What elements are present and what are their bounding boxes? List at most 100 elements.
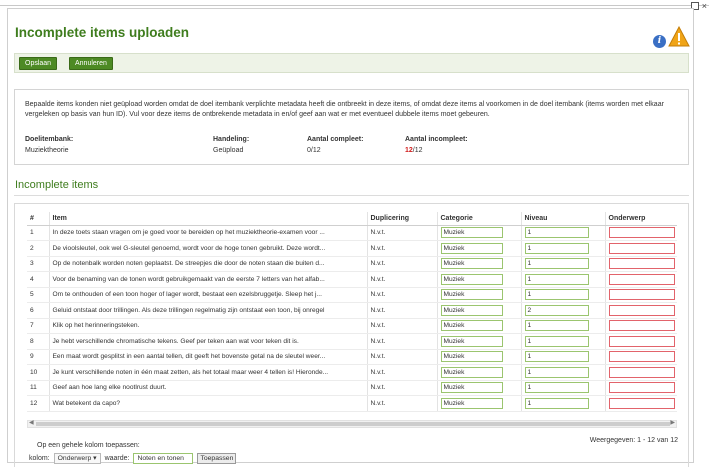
row-number: 7 [27, 318, 49, 334]
row-niveau-input[interactable]: 1 [524, 242, 589, 254]
table-row[interactable]: 6 Geluid ontstaat door trillingen. Als de… [27, 302, 677, 319]
row-duplicering: N.v.t. [366, 256, 437, 272]
table-row[interactable]: 9 Een maat wordt gesplitst in een aantal … [27, 349, 677, 365]
row-onderwerp-input[interactable] [608, 273, 675, 285]
table-row[interactable]: 12 Wat betekent da capo? N.v.t. Muziek 1 [27, 395, 677, 412]
horizontal-scrollbar[interactable]: ◀ ▶ [27, 420, 677, 428]
apply-button[interactable]: Toepassen [197, 453, 237, 464]
kolom-select[interactable]: Onderwerp ▾ [53, 453, 101, 464]
row-niveau-input[interactable]: 1 [524, 289, 589, 301]
row-onderwerp-input[interactable] [608, 335, 675, 347]
table-row[interactable]: 11 Geef aan hoe lang elke nootlrust duurt… [27, 380, 677, 396]
row-onderwerp-input[interactable] [608, 258, 675, 270]
page-title: Incomplete items uploaden [15, 25, 190, 40]
bulk-apply-label: Op een gehele kolom toepassen: [37, 442, 140, 449]
col-header-duplicering[interactable]: Duplicering [366, 212, 437, 226]
row-categorie-cell: Muziek [436, 364, 521, 381]
row-duplicering: N.v.t. [366, 271, 437, 288]
row-niveau-input[interactable]: 1 [524, 258, 589, 270]
row-categorie-cell: Muziek [436, 302, 521, 319]
row-onderwerp-input[interactable] [608, 382, 675, 394]
row-niveau-input[interactable]: 1 [524, 227, 589, 239]
table-row[interactable]: 3 Op de notenbalk worden noten geplaatst.… [27, 256, 677, 272]
table-row[interactable]: 10 Je kunt verschillende noten in één maa… [27, 364, 677, 381]
scrollbar-thumb[interactable] [36, 422, 670, 426]
scroll-left-icon[interactable]: ◀ [29, 419, 34, 426]
row-niveau-cell: 1 [520, 395, 605, 412]
table-row[interactable]: 1 In deze toets staan vragen om je goed v… [27, 225, 677, 241]
incompleet-value: 12/12 [405, 145, 468, 156]
col-header-number[interactable]: # [27, 212, 49, 226]
row-categorie-input[interactable]: Muziek [440, 366, 503, 378]
row-categorie-input[interactable]: Muziek [440, 242, 503, 254]
save-button[interactable]: Opslaan [19, 57, 58, 70]
row-categorie-input[interactable]: Muziek [440, 397, 503, 409]
row-categorie-input[interactable]: Muziek [440, 258, 503, 270]
table-row[interactable]: 8 Je hebt verschillende chromatische teke… [27, 333, 677, 350]
table-row[interactable]: 4 Voor de benaming van de tonen wordt geb… [27, 271, 677, 288]
row-onderwerp-input[interactable] [608, 397, 675, 409]
row-duplicering: N.v.t. [366, 287, 437, 303]
row-niveau-input[interactable]: 1 [524, 335, 589, 347]
row-item-text: Je hebt verschillende chromatische teken… [48, 333, 367, 350]
row-categorie-input[interactable]: Muziek [440, 304, 503, 316]
row-categorie-cell: Muziek [436, 395, 521, 412]
incompleet-info: Aantal incompleet: 12/12 [405, 134, 468, 156]
row-item-text: Wat betekent da capo? [48, 395, 367, 412]
table-row[interactable]: 2 De vioolsleutel, ook wel G-sleutel geno… [27, 240, 677, 257]
doelitembank-value: Muziektheorie [25, 147, 69, 154]
row-onderwerp-input[interactable] [608, 242, 675, 254]
row-duplicering: N.v.t. [366, 364, 437, 381]
row-niveau-input[interactable]: 1 [524, 366, 589, 378]
col-header-niveau[interactable]: Niveau [520, 212, 605, 226]
row-categorie-input[interactable]: Muziek [440, 289, 503, 301]
row-niveau-input[interactable]: 1 [524, 397, 589, 409]
row-onderwerp-cell [604, 395, 677, 412]
row-item-text: Je kunt verschillende noten in één maat … [48, 364, 367, 381]
cancel-button[interactable]: Annuleren [69, 57, 113, 70]
row-niveau-input[interactable]: 1 [524, 320, 589, 332]
kolom-select-value: Onderwerp [57, 455, 92, 462]
row-niveau-input[interactable]: 1 [524, 382, 589, 394]
row-categorie-input[interactable]: Muziek [440, 320, 503, 332]
row-item-text: Op de notenbalk worden noten geplaatst. … [48, 256, 367, 272]
row-onderwerp-input[interactable] [608, 320, 675, 332]
row-categorie-input[interactable]: Muziek [440, 273, 503, 285]
row-niveau-cell: 1 [520, 256, 605, 272]
scroll-right-icon[interactable]: ▶ [670, 419, 675, 426]
waarde-input[interactable]: Noten en tonen [133, 453, 194, 464]
row-niveau-cell: 1 [520, 333, 605, 350]
row-niveau-input[interactable]: 1 [524, 351, 589, 363]
row-categorie-input[interactable]: Muziek [440, 335, 503, 347]
row-item-text: Klik op het herinneringsteken. [48, 318, 367, 334]
row-categorie-input[interactable]: Muziek [440, 382, 503, 394]
table-row[interactable]: 5 Om te onthouden of een toon hoger of la… [27, 287, 677, 303]
section-divider [14, 195, 689, 196]
doelitembank-info: Doelitembank: Muziektheorie [25, 134, 73, 156]
row-niveau-input[interactable]: 2 [524, 304, 589, 316]
row-categorie-cell: Muziek [436, 333, 521, 350]
row-onderwerp-input[interactable] [608, 304, 675, 316]
col-header-item[interactable]: Item [48, 212, 367, 226]
row-onderwerp-input[interactable] [608, 289, 675, 301]
info-icon[interactable]: i [653, 35, 666, 48]
row-niveau-cell: 1 [520, 240, 605, 257]
col-header-categorie[interactable]: Categorie [436, 212, 521, 226]
col-header-onderwerp[interactable]: Onderwerp [604, 212, 677, 226]
table-body: 1 In deze toets staan vragen om je goed v… [27, 225, 677, 412]
row-categorie-input[interactable]: Muziek [440, 227, 503, 239]
compleet-value: 0/12 [307, 147, 321, 154]
row-categorie-input[interactable]: Muziek [440, 351, 503, 363]
row-onderwerp-input[interactable] [608, 227, 675, 239]
row-niveau-cell: 1 [520, 271, 605, 288]
close-icon[interactable]: × [702, 2, 707, 11]
row-onderwerp-input[interactable] [608, 351, 675, 363]
row-onderwerp-cell [604, 287, 677, 303]
chevron-down-icon: ▾ [93, 455, 97, 462]
row-item-text: De vioolsleutel, ook wel G-sleutel genoe… [48, 240, 367, 257]
window-top-border [0, 0, 709, 6]
table-row[interactable]: 7 Klik op het herinneringsteken. N.v.t. Muz… [27, 318, 677, 334]
row-onderwerp-input[interactable] [608, 366, 675, 378]
row-categorie-cell: Muziek [436, 256, 521, 272]
row-niveau-input[interactable]: 1 [524, 273, 589, 285]
